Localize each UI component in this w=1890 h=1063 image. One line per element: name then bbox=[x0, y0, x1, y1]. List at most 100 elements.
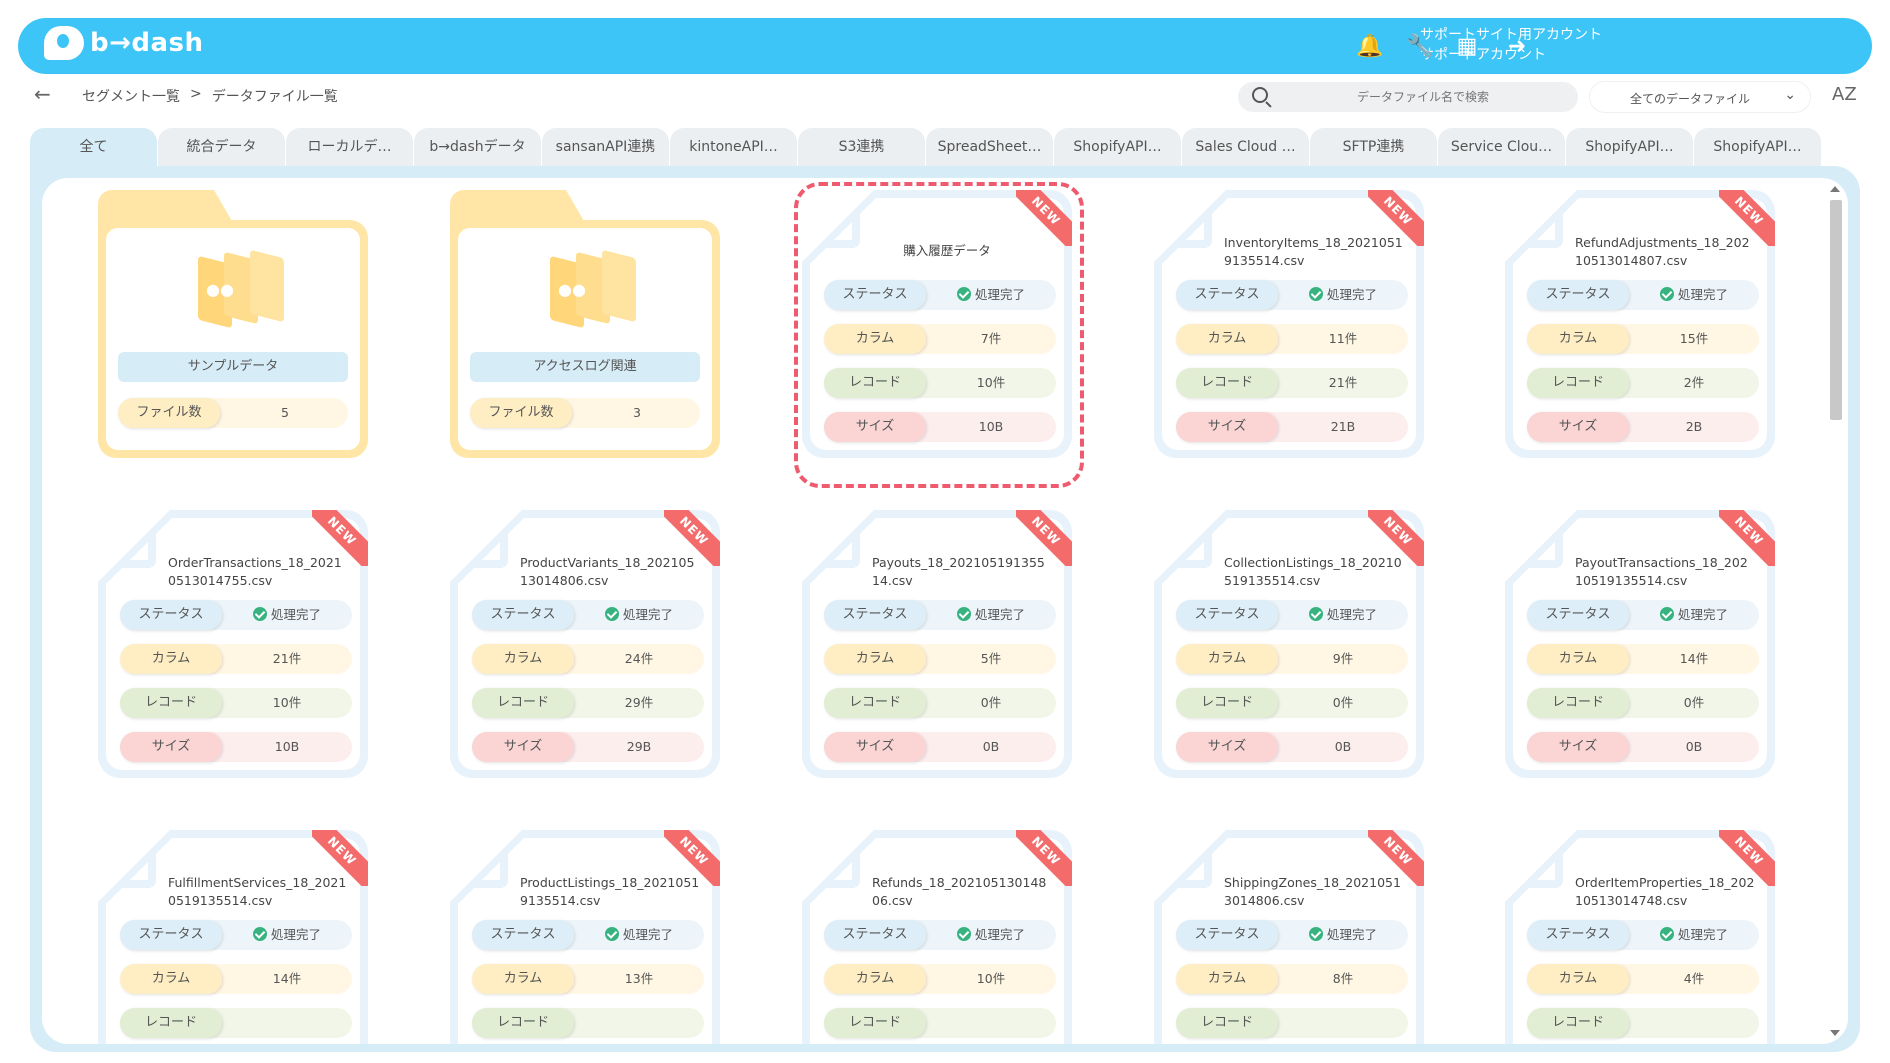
record-count-row-label: レコード bbox=[824, 368, 926, 398]
tab-shopify-api-3[interactable]: ShopifyAPI… bbox=[1694, 128, 1821, 166]
scroll-down-arrow-icon[interactable] bbox=[1830, 1030, 1840, 1036]
status-row-text: 処理完了 bbox=[1326, 607, 1377, 622]
file-card[interactable]: NEW RefundAdjustments_18_20210513014807.c… bbox=[1505, 190, 1775, 458]
check-circle-icon bbox=[1659, 607, 1674, 621]
record-count-row: レコード 0件 bbox=[1527, 688, 1759, 718]
file-card[interactable]: NEW OrderItemProperties_18_20210513014748… bbox=[1505, 830, 1775, 1044]
size-row-value: 0B bbox=[1629, 732, 1759, 762]
status-row: ステータス 処理完了 bbox=[1527, 600, 1759, 630]
record-count-row-text: 2件 bbox=[1683, 375, 1705, 390]
status-row-label: ステータス bbox=[120, 920, 222, 950]
check-circle-icon bbox=[604, 927, 619, 941]
file-name: OrderItemProperties_18_20210513014748.cs… bbox=[1575, 875, 1755, 908]
record-count-row: レコード 21件 bbox=[1176, 368, 1408, 398]
record-count-row-label: レコード bbox=[120, 1008, 222, 1038]
tab-all[interactable]: 全て bbox=[30, 128, 157, 166]
column-count-row: カラム 4件 bbox=[1527, 964, 1759, 994]
logout-icon[interactable]: ➜ bbox=[1504, 34, 1530, 60]
size-row-label: サイズ bbox=[472, 732, 574, 762]
tab-service-cloud[interactable]: Service Clou… bbox=[1438, 128, 1565, 166]
file-card[interactable]: NEW PayoutTransactions_18_20210519135514.… bbox=[1505, 510, 1775, 778]
tab-sansan-api[interactable]: sansanAPI連携 bbox=[542, 128, 669, 166]
tab-kintone-api[interactable]: kintoneAPI… bbox=[670, 128, 797, 166]
file-card[interactable]: NEW InventoryItems_18_20210519135514.csv ス… bbox=[1154, 190, 1424, 458]
tab-s3[interactable]: S3連携 bbox=[798, 128, 925, 166]
vertical-scrollbar[interactable] bbox=[1828, 186, 1844, 1036]
record-count-row: レコード bbox=[1176, 1008, 1408, 1038]
size-row-value: 0B bbox=[926, 732, 1056, 762]
page-fold-icon bbox=[1176, 212, 1212, 248]
column-count-row: カラム 9件 bbox=[1176, 644, 1408, 674]
sort-az-icon[interactable]: AZ bbox=[1832, 84, 1857, 105]
folder-inner: ●● サンプルデータ ファイル数 5 bbox=[106, 228, 360, 450]
file-card[interactable]: NEW Refunds_18_20210513014806.csv ステータス 処理完… bbox=[802, 830, 1072, 1044]
tab-spreadsheet[interactable]: SpreadSheet… bbox=[926, 128, 1053, 166]
column-count-row-label: カラム bbox=[1527, 324, 1629, 354]
file-name: OrderTransactions_18_20210513014755.csv bbox=[168, 555, 342, 588]
record-count-row-label: レコード bbox=[1176, 368, 1278, 398]
tab-bar: 全て 統合データ ローカルデ… b→dashデータ sansanAPI連携 ki… bbox=[30, 128, 1822, 166]
file-card[interactable]: NEW CollectionListings_18_20210519135514.… bbox=[1154, 510, 1424, 778]
tab-sftp[interactable]: SFTP連携 bbox=[1310, 128, 1437, 166]
tab-shopify-api-1[interactable]: ShopifyAPI… bbox=[1054, 128, 1181, 166]
check-circle-icon bbox=[1659, 287, 1674, 301]
check-circle-icon bbox=[1308, 287, 1323, 301]
grid-menu-icon[interactable]: ▦ bbox=[1454, 34, 1480, 60]
status-row-label: ステータス bbox=[824, 920, 926, 950]
status-row-value: 処理完了 bbox=[1278, 280, 1408, 310]
file-card[interactable]: NEW ProductListings_18_20210519135514.csv… bbox=[450, 830, 720, 1044]
tab-bdash-data[interactable]: b→dashデータ bbox=[414, 128, 541, 166]
folder-card[interactable]: ●● アクセスログ関連 ファイル数 3 bbox=[450, 190, 720, 458]
size-row: サイズ 29B bbox=[472, 732, 704, 762]
size-row: サイズ 0B bbox=[1176, 732, 1408, 762]
status-row-label: ステータス bbox=[472, 920, 574, 950]
file-card[interactable]: NEW 購入履歴データ ステータス 処理完了 カラム 7件 レコード 10件 サイズ 10B bbox=[802, 190, 1072, 458]
record-count-row-value: 2件 bbox=[1629, 368, 1759, 398]
column-count-row: カラム 14件 bbox=[120, 964, 352, 994]
size-row: サイズ 10B bbox=[120, 732, 352, 762]
search-input[interactable] bbox=[1278, 86, 1568, 108]
tab-sales-cloud[interactable]: Sales Cloud … bbox=[1182, 128, 1309, 166]
status-row-value: 処理完了 bbox=[1629, 920, 1759, 950]
size-row-label: サイズ bbox=[1527, 412, 1629, 442]
tab-integrated[interactable]: 統合データ bbox=[158, 128, 285, 166]
column-count-row: カラム 15件 bbox=[1527, 324, 1759, 354]
status-row: ステータス 処理完了 bbox=[1176, 600, 1408, 630]
record-count-row-value bbox=[1629, 1008, 1759, 1038]
bell-icon[interactable]: 🔔 bbox=[1356, 34, 1383, 60]
file-card[interactable]: NEW FulfillmentServices_18_20210519135514… bbox=[98, 830, 368, 1044]
back-arrow-icon[interactable]: ← bbox=[34, 82, 51, 106]
tab-local[interactable]: ローカルデ… bbox=[286, 128, 413, 166]
column-count-row-value: 11件 bbox=[1278, 324, 1408, 354]
status-row-text: 処理完了 bbox=[1677, 287, 1728, 302]
column-count-row: カラム 24件 bbox=[472, 644, 704, 674]
status-row-label: ステータス bbox=[1527, 280, 1629, 310]
file-name: ShippingZones_18_20210513014806.csv bbox=[1224, 875, 1401, 908]
breadcrumb-segment-list[interactable]: セグメント一覧 bbox=[82, 86, 180, 106]
column-count-row: カラム 7件 bbox=[824, 324, 1056, 354]
file-card[interactable]: NEW ShippingZones_18_20210513014806.csv ステ… bbox=[1154, 830, 1424, 1044]
logo[interactable]: b→dash bbox=[44, 26, 204, 60]
folder-card[interactable]: ●● サンプルデータ ファイル数 5 bbox=[98, 190, 368, 458]
status-row-label: ステータス bbox=[1527, 920, 1629, 950]
column-count-row: カラム 5件 bbox=[824, 644, 1056, 674]
status-row-text: 処理完了 bbox=[974, 287, 1025, 302]
scroll-thumb[interactable] bbox=[1830, 200, 1842, 420]
file-filter-select[interactable]: 全てのデータファイル ⌄ bbox=[1590, 82, 1810, 112]
status-row-label: ステータス bbox=[1176, 600, 1278, 630]
new-badge: NEW bbox=[1016, 190, 1072, 246]
tab-shopify-api-2[interactable]: ShopifyAPI… bbox=[1566, 128, 1693, 166]
scroll-up-arrow-icon[interactable] bbox=[1830, 186, 1840, 192]
file-card[interactable]: NEW ProductVariants_18_20210513014806.csv… bbox=[450, 510, 720, 778]
record-count-row-label: レコード bbox=[1527, 368, 1629, 398]
size-row-label: サイズ bbox=[1176, 412, 1278, 442]
record-count-row-value: 10件 bbox=[926, 368, 1056, 398]
file-card[interactable]: NEW OrderTransactions_18_20210513014755.c… bbox=[98, 510, 368, 778]
status-row-value: 処理完了 bbox=[926, 920, 1056, 950]
wrench-icon[interactable]: 🔧 bbox=[1406, 34, 1433, 60]
page-fold-icon bbox=[824, 212, 860, 248]
filter-select-value: 全てのデータファイル bbox=[1630, 92, 1751, 106]
column-count-row-label: カラム bbox=[824, 964, 926, 994]
status-row-value: 処理完了 bbox=[1629, 600, 1759, 630]
file-card[interactable]: NEW Payouts_18_20210519135514.csv ステータス 処理完… bbox=[802, 510, 1072, 778]
